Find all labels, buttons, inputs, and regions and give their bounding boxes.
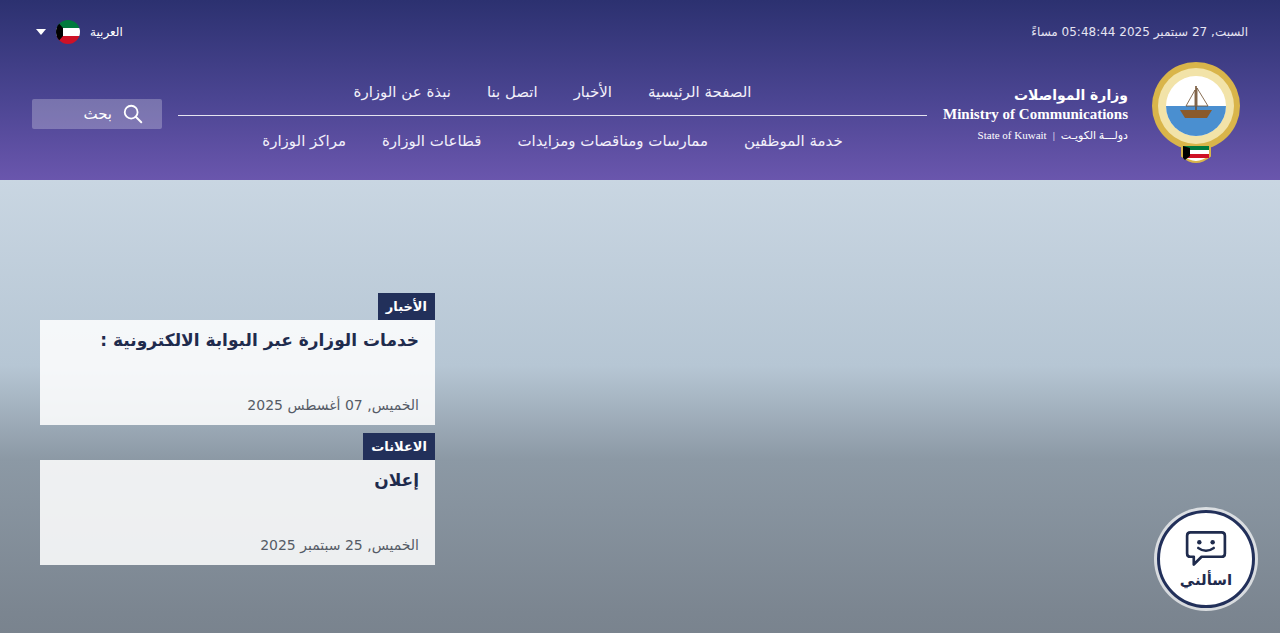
nav-link[interactable]: الصفحة الرئيسية — [648, 83, 752, 101]
name-english: Ministry of Communications — [943, 106, 1128, 123]
hero-banner: الأخبار خدمات الوزارة عبر البوابة الالكت… — [0, 180, 1280, 633]
nav-link[interactable]: قطاعات الوزارة — [382, 132, 481, 150]
language-selector[interactable]: العربية — [32, 20, 127, 44]
hero-cards: الأخبار خدمات الوزارة عبر البوابة الالكت… — [0, 180, 1280, 565]
ministry-name: وزارة المواصلات Ministry of Communicatio… — [943, 87, 1128, 142]
nav-divider — [178, 115, 927, 116]
header-main: وزارة المواصلات Ministry of Communicatio… — [32, 64, 1248, 168]
chat-face-icon — [1183, 529, 1229, 569]
page: السبت, 27 سبتمبر 2025 05:48:44 مساءً الع… — [0, 0, 1280, 633]
search-button[interactable]: بحث — [32, 99, 162, 129]
top-bar: السبت, 27 سبتمبر 2025 05:48:44 مساءً الع… — [32, 0, 1248, 64]
name-arabic: وزارة المواصلات — [1014, 87, 1128, 103]
nav-link[interactable]: الأخبار — [574, 83, 612, 101]
ministry-logo[interactable]: وزارة المواصلات Ministry of Communicatio… — [943, 60, 1248, 168]
card-title: خدمات الوزارة عبر البوابة الالكترونية : — [56, 330, 419, 350]
news-card[interactable]: إعلان الخميس, 25 سبتمبر 2025 — [40, 460, 435, 565]
nav-secondary: خدمة الموظفين ممارسات ومناقصات ومزايدات قط… — [262, 128, 842, 154]
nav-link[interactable]: نبذة عن الوزارة — [354, 83, 451, 101]
category-tag: الاعلانات — [363, 433, 435, 460]
country-arabic: دولـــة الكويـت — [1061, 129, 1128, 142]
site-header: السبت, 27 سبتمبر 2025 05:48:44 مساءً الع… — [0, 0, 1280, 180]
news-card[interactable]: خدمات الوزارة عبر البوابة الالكترونية : … — [40, 320, 435, 425]
card-title: إعلان — [56, 470, 419, 490]
magnifier-icon — [122, 103, 144, 125]
category-tag: الأخبار — [378, 293, 435, 320]
kuwait-emblem-icon — [1144, 60, 1248, 168]
chatbot-label: اسألني — [1180, 571, 1232, 589]
nav-link[interactable]: مراكز الوزارة — [262, 132, 346, 150]
country-english: State of Kuwait — [978, 129, 1047, 142]
separator: | — [1053, 129, 1055, 142]
card-date: الخميس, 25 سبتمبر 2025 — [56, 537, 419, 553]
news-item[interactable]: الاعلانات إعلان الخميس, 25 سبتمبر 2025 — [40, 433, 435, 565]
nav-primary: الصفحة الرئيسية الأخبار اتصل بنا نبذة عن ال… — [354, 79, 752, 105]
language-label: العربية — [90, 25, 123, 39]
card-date: الخميس, 07 أغسطس 2025 — [56, 397, 419, 413]
datetime: السبت, 27 سبتمبر 2025 05:48:44 مساءً — [1031, 25, 1248, 39]
nav-link[interactable]: خدمة الموظفين — [744, 132, 843, 150]
news-item[interactable]: الأخبار خدمات الوزارة عبر البوابة الالكت… — [40, 293, 435, 425]
main-nav: الصفحة الرئيسية الأخبار اتصل بنا نبذة عن ال… — [178, 79, 927, 154]
nav-link[interactable]: اتصل بنا — [487, 83, 538, 101]
caret-down-icon — [36, 29, 46, 35]
search-label: بحث — [83, 105, 112, 123]
nav-link[interactable]: ممارسات ومناقصات ومزايدات — [517, 132, 708, 150]
chatbot-button[interactable]: اسألني — [1157, 510, 1255, 608]
kuwait-flag-icon — [56, 20, 80, 44]
country-line: دولـــة الكويـت | State of Kuwait — [978, 129, 1128, 142]
